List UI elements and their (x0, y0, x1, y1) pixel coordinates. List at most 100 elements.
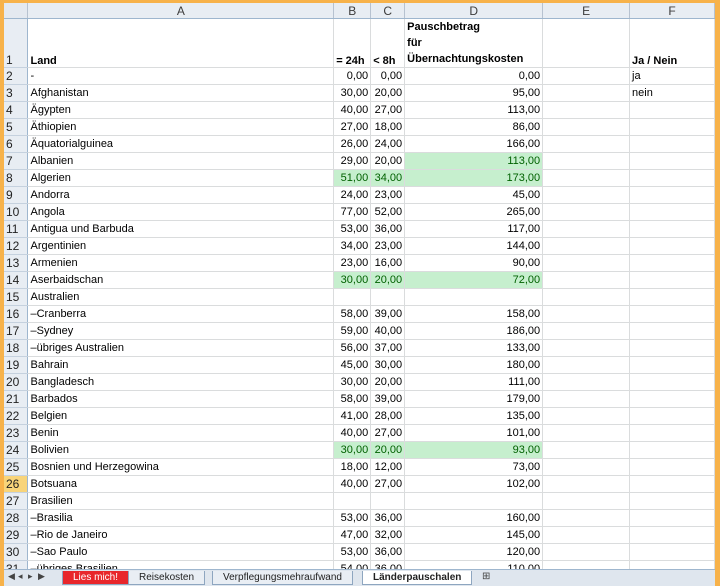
cell-pauschbetrag[interactable]: 265,00 (404, 203, 544, 221)
cell-land[interactable]: Aserbaidschan (27, 271, 335, 289)
cell-e[interactable] (542, 322, 631, 340)
cell-8h[interactable]: 27,00 (370, 475, 406, 493)
cell-e[interactable] (542, 509, 631, 527)
cell-pauschbetrag[interactable]: 113,00 (404, 152, 544, 170)
row-header[interactable]: 3 (4, 84, 29, 102)
cell-land[interactable]: –Cranberra (27, 305, 335, 323)
cell-land[interactable]: Brasilien (27, 492, 335, 510)
row-header[interactable]: 10 (4, 203, 29, 221)
cell-janein[interactable]: nein (629, 84, 715, 102)
cell-e[interactable] (542, 203, 631, 221)
cell-24h[interactable]: 51,00 (333, 169, 372, 187)
cell-janein[interactable] (629, 203, 715, 221)
column-header-c[interactable]: C (370, 3, 406, 19)
cell-8h[interactable]: 23,00 (370, 237, 406, 255)
cell-8h[interactable]: 18,00 (370, 118, 406, 136)
cell-8h[interactable]: 36,00 (370, 220, 406, 238)
cell-janein[interactable] (629, 356, 715, 374)
cell-24h[interactable]: 26,00 (333, 135, 372, 153)
cell-24h[interactable]: 41,00 (333, 407, 372, 425)
cell-e[interactable] (542, 475, 631, 493)
cell-8h[interactable]: 23,00 (370, 186, 406, 204)
row-header[interactable]: 6 (4, 135, 29, 153)
row-header[interactable]: 24 (4, 441, 29, 459)
row-header[interactable]: 11 (4, 220, 29, 238)
row-header[interactable]: 30 (4, 543, 29, 561)
cell-pauschbetrag[interactable]: 111,00 (404, 373, 544, 391)
cell-e[interactable] (542, 424, 631, 442)
cell-8h[interactable]: 39,00 (370, 390, 406, 408)
cell-land[interactable]: Afghanistan (27, 84, 335, 102)
row-header[interactable]: 27 (4, 492, 29, 510)
row-header[interactable]: 18 (4, 339, 29, 357)
cell-8h[interactable]: 52,00 (370, 203, 406, 221)
cell-e[interactable] (542, 135, 631, 153)
cell-janein[interactable] (629, 322, 715, 340)
cell-land[interactable]: Albanien (27, 152, 335, 170)
cell-janein[interactable] (629, 407, 715, 425)
row-header[interactable]: 25 (4, 458, 29, 476)
cell-e[interactable] (542, 441, 631, 459)
cell-24h[interactable]: 58,00 (333, 390, 372, 408)
cell-24h[interactable] (333, 492, 372, 510)
cell-janein[interactable] (629, 458, 715, 476)
insert-sheet-icon[interactable]: ⊞ (482, 571, 490, 582)
cell-e[interactable] (542, 492, 631, 510)
cell-e[interactable] (542, 169, 631, 187)
column-header-a[interactable]: A (27, 3, 335, 19)
cell-land[interactable]: Botsuana (27, 475, 335, 493)
cell-pauschbetrag[interactable]: 144,00 (404, 237, 544, 255)
cell-pauschbetrag[interactable] (404, 288, 544, 306)
cell-24h[interactable]: 40,00 (333, 475, 372, 493)
cell-8h[interactable]: 36,00 (370, 543, 406, 561)
cell-e[interactable] (542, 356, 631, 374)
cell-janein[interactable] (629, 101, 715, 119)
cell-24h[interactable]: 45,00 (333, 356, 372, 374)
row-header[interactable]: 22 (4, 407, 29, 425)
cell-land[interactable]: Algerien (27, 169, 335, 187)
cell-24h[interactable]: 47,00 (333, 526, 372, 544)
cell-e[interactable] (542, 67, 631, 85)
first-sheet-icon[interactable]: ◀ (8, 571, 15, 582)
cell-land[interactable]: - (27, 67, 335, 85)
cell-pauschbetrag[interactable]: 90,00 (404, 254, 544, 272)
cell-24h[interactable] (333, 288, 372, 306)
cell-8h[interactable]: 12,00 (370, 458, 406, 476)
cell-janein[interactable] (629, 390, 715, 408)
cell-janein[interactable] (629, 254, 715, 272)
cell-8h[interactable] (370, 492, 406, 510)
tab-reisekosten[interactable]: Reisekosten (128, 571, 206, 585)
cell-land[interactable]: Armenien (27, 254, 335, 272)
cell-janein[interactable] (629, 339, 715, 357)
cell-land[interactable]: Ägypten (27, 101, 335, 119)
cell-janein[interactable] (629, 526, 715, 544)
cell-pauschbetrag[interactable]: 120,00 (404, 543, 544, 561)
cell-e[interactable] (542, 339, 631, 357)
cell-e[interactable] (542, 254, 631, 272)
cell-janein[interactable] (629, 305, 715, 323)
cell-pauschbetrag[interactable]: 173,00 (404, 169, 544, 187)
spreadsheet-grid[interactable]: A B C D E F 1 Land = 24h < 8h Pauschbetr… (4, 3, 715, 569)
tab-lies-mich[interactable]: Lies mich! (62, 571, 130, 585)
cell-e[interactable] (542, 118, 631, 136)
cell-24h[interactable]: 58,00 (333, 305, 372, 323)
cell-e[interactable] (542, 390, 631, 408)
cell-8h[interactable]: 32,00 (370, 526, 406, 544)
cell-e[interactable] (542, 237, 631, 255)
row-header[interactable]: 17 (4, 322, 29, 340)
cell-land[interactable]: Antigua und Barbuda (27, 220, 335, 238)
cell-8h[interactable]: 0,00 (370, 67, 406, 85)
cell-24h[interactable]: 53,00 (333, 509, 372, 527)
cell-24h[interactable]: 0,00 (333, 67, 372, 85)
cell-janein[interactable] (629, 118, 715, 136)
cell-land[interactable]: Barbados (27, 390, 335, 408)
cell-pauschbetrag[interactable]: 86,00 (404, 118, 544, 136)
cell-8h[interactable]: 34,00 (370, 169, 406, 187)
prev-sheet-icon[interactable]: ◂ (18, 571, 23, 582)
cell-land[interactable]: Andorra (27, 186, 335, 204)
row-header[interactable]: 5 (4, 118, 29, 136)
row-header[interactable]: 14 (4, 271, 29, 289)
column-header-d[interactable]: D (404, 3, 544, 19)
row-header[interactable]: 19 (4, 356, 29, 374)
cell-24h[interactable]: 53,00 (333, 220, 372, 238)
